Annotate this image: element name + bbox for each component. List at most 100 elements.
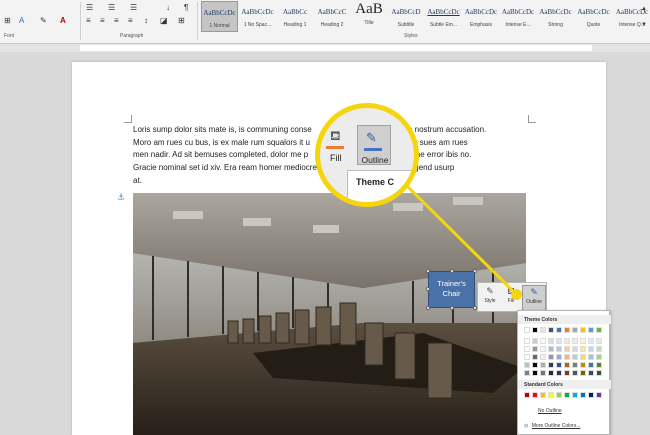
highlight-icon[interactable]: ⊞ — [4, 16, 11, 26]
color-swatch[interactable] — [540, 346, 546, 352]
color-swatch[interactable] — [540, 327, 546, 333]
color-swatch[interactable] — [532, 370, 538, 376]
color-swatch[interactable] — [548, 370, 554, 376]
color-swatch[interactable] — [524, 370, 530, 376]
style-tile[interactable]: AaBbCcC Heading 2 — [314, 1, 350, 32]
rotate-handle-icon[interactable]: ↻ — [450, 253, 458, 264]
color-swatch[interactable] — [524, 354, 530, 360]
style-tile[interactable]: AaBbCcD Subtitle — [388, 1, 424, 32]
style-tile[interactable]: AaBbCcDc Emphasis — [463, 1, 499, 32]
gallery-scroll-icon[interactable]: ▲ — [641, 4, 647, 14]
color-swatch[interactable] — [524, 327, 530, 333]
resize-handle[interactable] — [426, 306, 430, 310]
color-swatch[interactable] — [524, 346, 530, 352]
color-swatch[interactable] — [580, 392, 586, 398]
sort-icon[interactable]: ↓ — [166, 3, 170, 13]
color-swatch[interactable] — [580, 370, 586, 376]
style-tile[interactable]: AaB Title — [351, 1, 387, 32]
outline-button[interactable]: ✎ Outline — [522, 285, 546, 311]
color-swatch[interactable] — [580, 346, 586, 352]
color-swatch[interactable] — [588, 338, 594, 344]
numbering-icon[interactable]: ☰ — [108, 3, 115, 13]
style-tile[interactable]: AaBbCcDc Quote — [575, 1, 612, 32]
color-swatch[interactable] — [532, 338, 538, 344]
color-swatch[interactable] — [588, 327, 594, 333]
style-tile[interactable]: AaBbCcDc 1 Normal — [201, 1, 238, 32]
color-swatch[interactable] — [548, 346, 554, 352]
color-swatch[interactable] — [572, 327, 578, 333]
align-right-icon[interactable]: ≡ — [114, 16, 119, 26]
color-swatch[interactable] — [596, 392, 602, 398]
color-swatch[interactable] — [540, 362, 546, 368]
style-tile[interactable]: AaBbCcDc Intense E... — [500, 1, 536, 32]
resize-handle[interactable] — [426, 269, 430, 273]
style-tile[interactable]: AaBbCc Heading 1 — [277, 1, 313, 32]
shading-icon[interactable]: ◪ — [160, 16, 168, 26]
color-swatch[interactable] — [524, 338, 530, 344]
color-swatch[interactable] — [572, 362, 578, 368]
color-swatch[interactable] — [548, 354, 554, 360]
color-swatch[interactable] — [556, 354, 562, 360]
color-swatch[interactable] — [532, 327, 538, 333]
style-button[interactable]: ✎ Style — [480, 285, 500, 311]
justify-icon[interactable]: ≡ — [128, 16, 133, 26]
color-swatch[interactable] — [564, 338, 570, 344]
color-swatch[interactable] — [596, 327, 602, 333]
no-outline-option[interactable]: No Outline — [518, 408, 611, 414]
resize-handle[interactable] — [426, 287, 430, 291]
color-swatch[interactable] — [596, 354, 602, 360]
gallery-more-icon[interactable]: ▼ — [641, 20, 647, 30]
line-spacing-icon[interactable]: ↕ — [144, 16, 148, 26]
color-swatch[interactable] — [556, 370, 562, 376]
text-highlight-color-icon[interactable]: ✎ — [40, 16, 47, 26]
color-swatch[interactable] — [564, 354, 570, 360]
color-swatch[interactable] — [580, 354, 586, 360]
color-swatch[interactable] — [572, 354, 578, 360]
color-swatch[interactable] — [548, 327, 554, 333]
color-swatch[interactable] — [572, 370, 578, 376]
color-swatch[interactable] — [540, 370, 546, 376]
color-swatch[interactable] — [596, 346, 602, 352]
color-swatch[interactable] — [596, 338, 602, 344]
borders-icon[interactable]: ⊞ — [178, 16, 185, 26]
font-color-icon[interactable]: A — [60, 16, 66, 26]
color-swatch[interactable] — [572, 346, 578, 352]
color-swatch[interactable] — [564, 346, 570, 352]
color-swatch[interactable] — [532, 346, 538, 352]
bullets-icon[interactable]: ☰ — [86, 3, 93, 13]
color-swatch[interactable] — [548, 362, 554, 368]
color-swatch[interactable] — [532, 392, 538, 398]
color-swatch[interactable] — [564, 327, 570, 333]
color-swatch[interactable] — [556, 327, 562, 333]
color-swatch[interactable] — [524, 392, 530, 398]
show-marks-icon[interactable]: ¶ — [184, 3, 188, 13]
style-tile[interactable]: AaBbCcDc Strong — [537, 1, 574, 32]
color-swatch[interactable] — [588, 346, 594, 352]
multilevel-list-icon[interactable]: ☰ — [130, 3, 137, 13]
color-swatch[interactable] — [556, 362, 562, 368]
style-tile[interactable]: AaBbCcDc 1 No Spac... — [239, 1, 276, 32]
color-swatch[interactable] — [572, 392, 578, 398]
color-swatch[interactable] — [588, 362, 594, 368]
color-swatch[interactable] — [588, 370, 594, 376]
resize-handle[interactable] — [473, 269, 477, 273]
color-swatch[interactable] — [588, 392, 594, 398]
color-swatch[interactable] — [564, 392, 570, 398]
align-left-icon[interactable]: ≡ — [86, 16, 91, 26]
text-effects-icon[interactable]: A — [19, 16, 24, 26]
color-swatch[interactable] — [548, 392, 554, 398]
color-swatch[interactable] — [588, 354, 594, 360]
color-swatch[interactable] — [540, 392, 546, 398]
color-swatch[interactable] — [556, 338, 562, 344]
color-swatch[interactable] — [596, 370, 602, 376]
color-swatch[interactable] — [532, 362, 538, 368]
color-swatch[interactable] — [564, 362, 570, 368]
color-swatch[interactable] — [580, 338, 586, 344]
color-swatch[interactable] — [556, 346, 562, 352]
color-swatch[interactable] — [532, 354, 538, 360]
resize-handle[interactable] — [450, 269, 454, 273]
color-swatch[interactable] — [540, 338, 546, 344]
align-center-icon[interactable]: ≡ — [100, 16, 105, 26]
color-swatch[interactable] — [564, 370, 570, 376]
color-swatch[interactable] — [556, 392, 562, 398]
